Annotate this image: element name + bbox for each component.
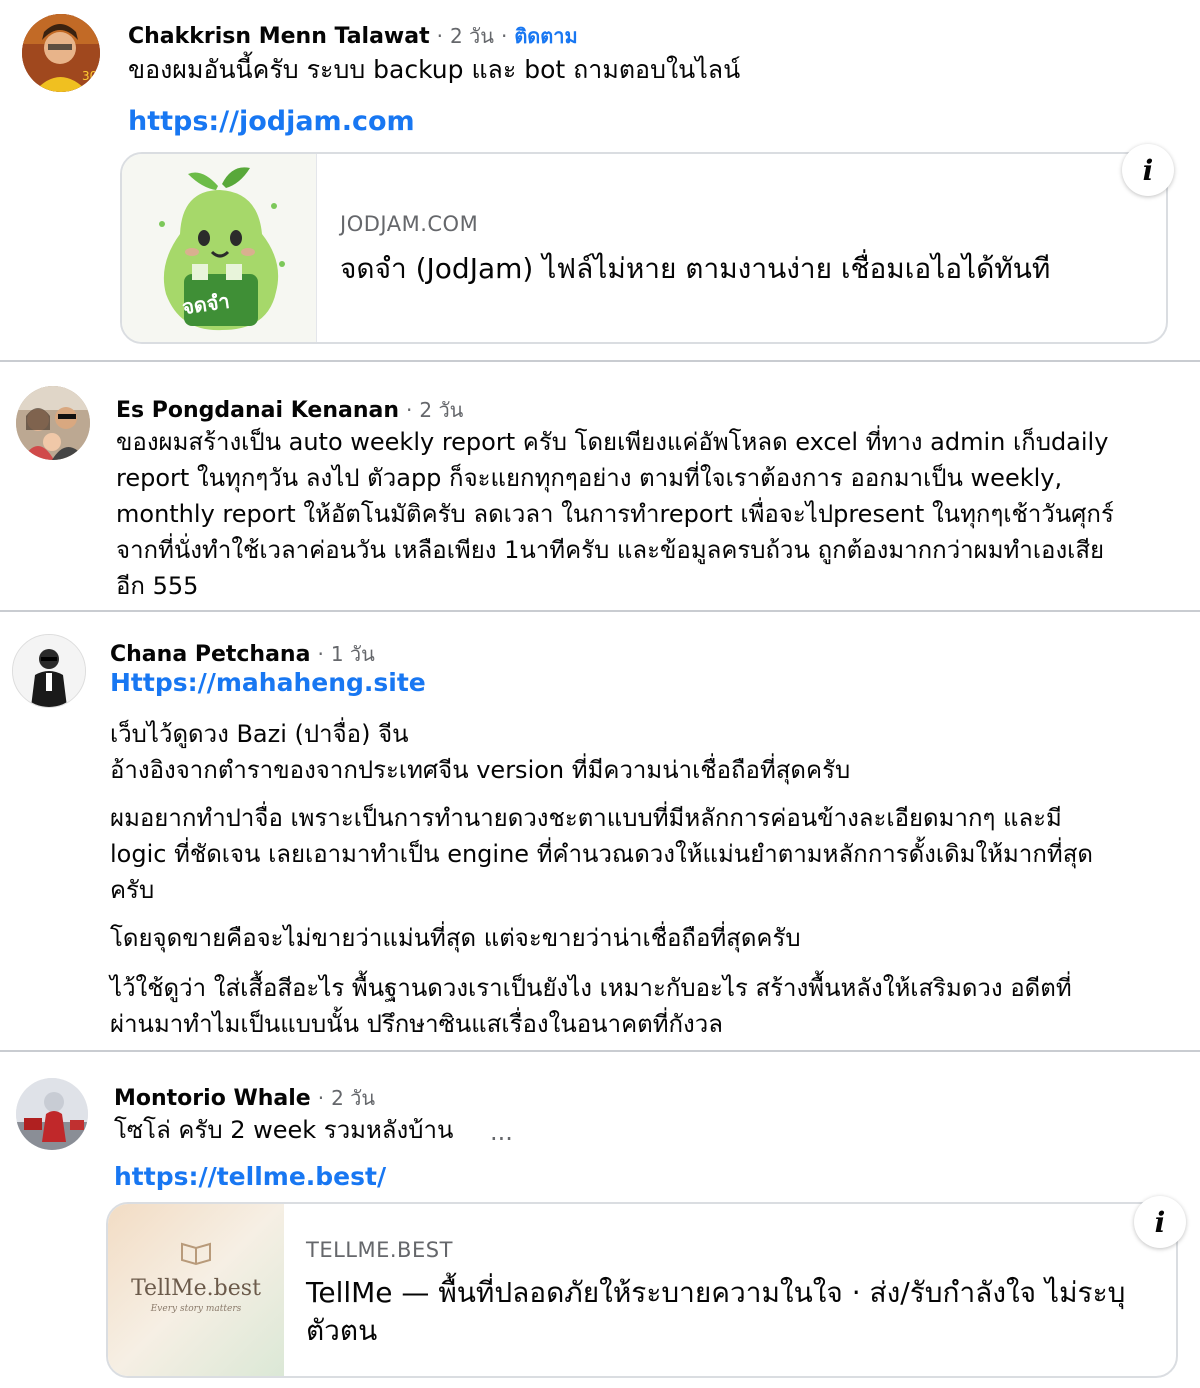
comment-1: 30 Chakkrisn Menn Talawat · 2 วัน · ติดต… — [0, 0, 1200, 360]
card-title-line: ตัวตน — [306, 1314, 378, 1347]
comment-4: Montorio Whale · 2 วัน โซโล่ ครับ 2 week… — [0, 1052, 1200, 1388]
separator: · — [317, 1086, 325, 1110]
link-preview-card[interactable]: TellMe.best Every story matters TELLME.B… — [106, 1202, 1178, 1378]
comment-header: Montorio Whale · 2 วัน — [114, 1082, 375, 1114]
separator: · — [500, 24, 508, 48]
avatar[interactable] — [12, 634, 86, 708]
separator: · — [406, 398, 413, 422]
comment-text-line: โดยจุดขายคือจะไม่ขายว่าแม่นที่สุด แต่จะข… — [110, 924, 801, 952]
comment-link[interactable]: Https://mahaheng.site — [110, 668, 426, 697]
timestamp[interactable]: 2 วัน — [331, 1086, 375, 1110]
card-thumbnail: TellMe.best Every story matters — [108, 1204, 284, 1376]
author-name[interactable]: Chana Petchana — [110, 642, 310, 667]
comment-text-line: เว็บไว้ดูดวง Bazi (ปาจื่อ) จีน — [110, 720, 409, 748]
comment-text: ของผมอันนี้ครับ ระบบ backup และ bot ถามต… — [128, 55, 741, 84]
comment-text-line: report ในทุกๆวัน ลงไป ตัวapp ก็จะแยกทุกๆ… — [116, 464, 1063, 492]
avatar[interactable]: 30 — [22, 14, 100, 92]
comment-text-line: logic ที่ชัดเจน เลยเอามาทำเป็น engine ที… — [110, 840, 1093, 868]
comment-text: โซโล่ ครับ 2 week รวมหลังบ้าน — [114, 1116, 454, 1144]
comment-2: Es Pongdanai Kenanan · 2 วัน ของผมสร้างเ… — [0, 362, 1200, 610]
card-title: จดจำ (JodJam) ไฟล์ไม่หาย ตามงานง่าย เชื่… — [340, 252, 1051, 285]
info-icon[interactable]: i — [1134, 1196, 1186, 1248]
timestamp[interactable]: 2 วัน — [419, 398, 463, 422]
avatar[interactable] — [16, 1078, 88, 1150]
comment-text-line: monthly report ให้อัตโนมัติครับ ลดเวลา ใ… — [116, 500, 1114, 528]
card-domain: TELLME.BEST — [306, 1238, 453, 1262]
avatar-image — [13, 635, 85, 707]
info-icon[interactable]: i — [1122, 144, 1174, 196]
timestamp[interactable]: 2 วัน — [450, 24, 494, 48]
avatar[interactable] — [16, 386, 90, 460]
comment-text-line: ของผมสร้างเป็น auto weekly report ครับ โ… — [116, 428, 1109, 456]
card-logo-text: จดจำ — [180, 288, 232, 320]
link-preview-card[interactable]: จดจำ JODJAM.COM จดจำ (JodJam) ไฟล์ไม่หาย… — [120, 152, 1168, 344]
separator: · — [317, 642, 324, 666]
more-options[interactable]: ... — [490, 1114, 513, 1150]
follow-button[interactable]: ติดตาม — [514, 24, 577, 48]
comment-header: Chana Petchana · 1 วัน — [110, 638, 375, 670]
svg-text:30: 30 — [82, 69, 97, 83]
comment-header: Chakkrisn Menn Talawat · 2 วัน · ติดตาม — [128, 20, 578, 52]
comment-text-line: จากที่นั่งทำใช้เวลาค่อนวัน เหลือเพียง 1น… — [116, 536, 1105, 564]
card-domain: JODJAM.COM — [340, 212, 479, 236]
card-logo-subtitle: Every story matters — [150, 1304, 242, 1314]
author-name[interactable]: Es Pongdanai Kenanan — [116, 398, 399, 423]
comment-text-line: ผ่านมาทำไมเป็นแบบนั้น ปรึกษาซินแสเรื่องใ… — [110, 1010, 723, 1038]
card-logo-text: TellMe.best — [131, 1276, 261, 1301]
comment-link[interactable]: https://tellme.best/ — [114, 1162, 386, 1191]
comment-text-line: อ้างอิงจากตำราของจากประเทศจีน version ที… — [110, 756, 851, 784]
comment-text-line: ผมอยากทำปาจื่อ เพราะเป็นการทำนายดวงชะตาแ… — [110, 804, 1062, 832]
avatar-image — [16, 386, 90, 460]
avatar-image: 30 — [22, 14, 100, 92]
comment-text-line: ครับ — [110, 876, 155, 904]
card-thumbnail: จดจำ — [122, 154, 317, 342]
author-name[interactable]: Montorio Whale — [114, 1086, 311, 1111]
comment-3: Chana Petchana · 1 วัน Https://mahaheng.… — [0, 612, 1200, 1050]
comment-text-line: อีก 555 — [116, 572, 199, 600]
separator: · — [436, 24, 443, 48]
avatar-image — [16, 1078, 88, 1150]
timestamp[interactable]: 1 วัน — [331, 642, 375, 666]
author-name[interactable]: Chakkrisn Menn Talawat — [128, 24, 430, 49]
comment-header: Es Pongdanai Kenanan · 2 วัน — [116, 394, 463, 426]
comment-text-line: ไว้ใช้ดูว่า ใส่เสื้อสีอะไร พื้นฐานดวงเรา… — [110, 974, 1072, 1002]
card-title-line: TellMe — พื้นที่ปลอดภัยให้ระบายความในใจ … — [306, 1276, 1126, 1309]
comment-link[interactable]: https://jodjam.com — [128, 106, 415, 137]
